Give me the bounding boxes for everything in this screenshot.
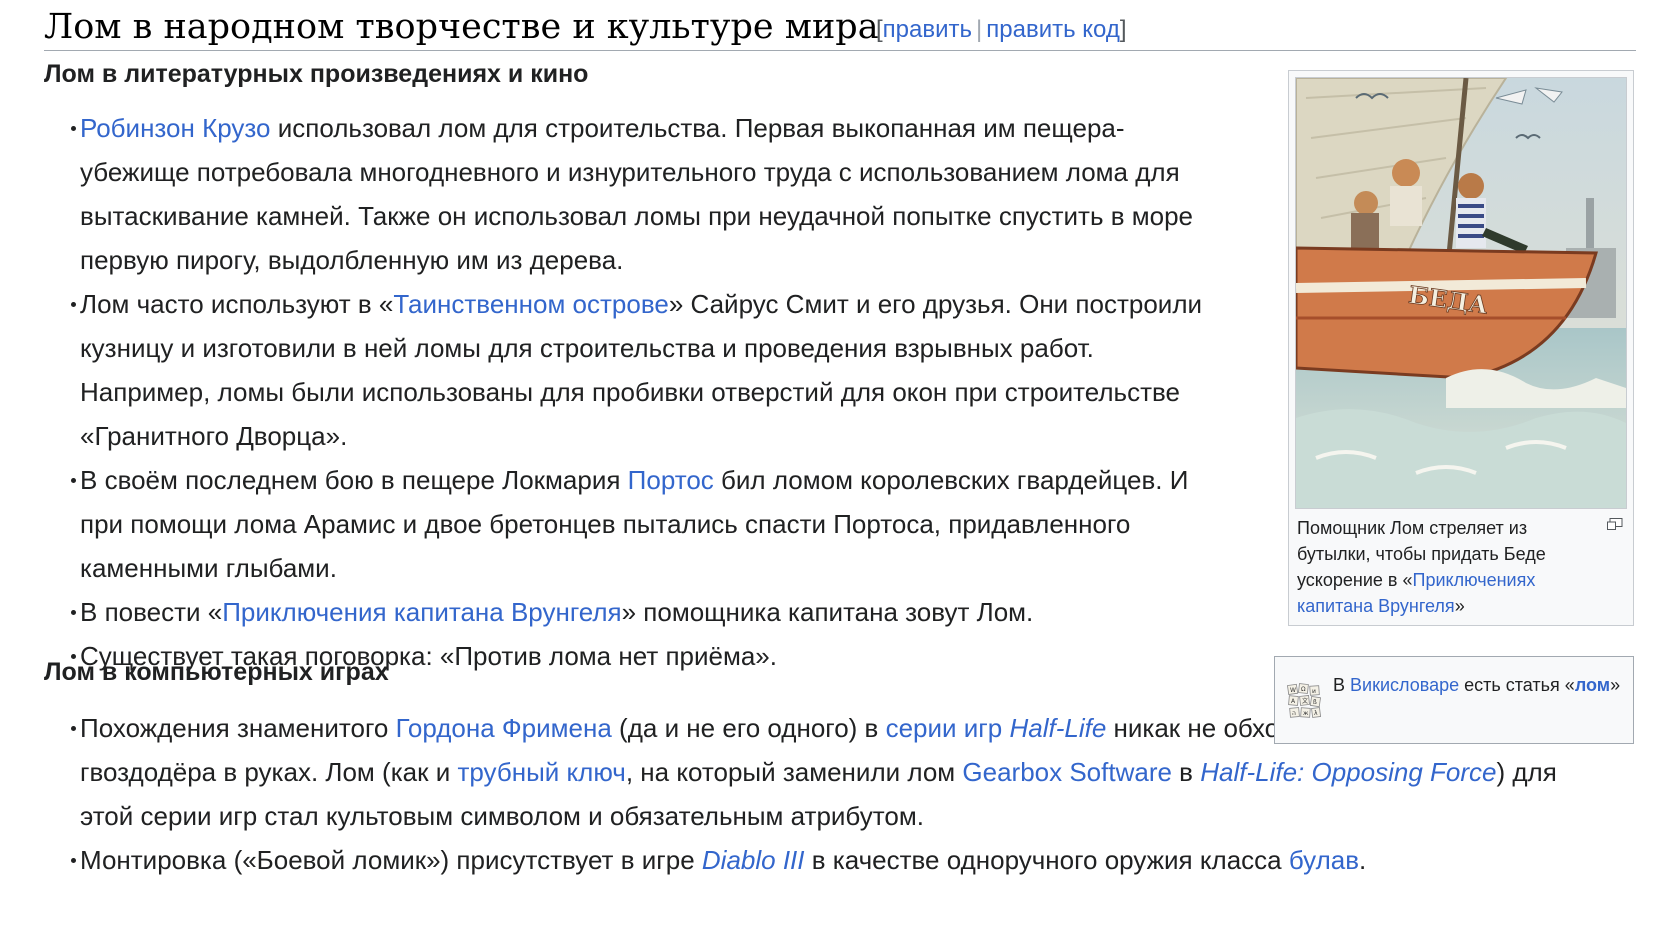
wiktionary-text-part: есть статья «	[1459, 675, 1575, 695]
pipe-wrench-link[interactable]: трубный ключ	[457, 757, 625, 787]
list-item-text: в качестве одноручного оружия класса	[804, 845, 1289, 875]
list-item: Робинзон Крузо использовал лом для строи…	[71, 106, 1210, 282]
caption-end: »	[1454, 596, 1465, 616]
list-item-text: в	[1171, 757, 1201, 787]
illustration-drawing: БЕДА	[1296, 78, 1626, 508]
svg-text:W: W	[1290, 687, 1296, 694]
wiktionary-link[interactable]: Викисловаре	[1350, 675, 1459, 695]
robinson-crusoe-link[interactable]: Робинзон Крузо	[80, 113, 271, 143]
svg-text:λ: λ	[1314, 710, 1318, 717]
svg-text:ה: ה	[1292, 710, 1296, 717]
magnify-clip-icon[interactable]	[1607, 517, 1623, 530]
list-item-text: В своём последнем бою в пещере Локмария	[80, 465, 628, 495]
opposing-force-title: Half-Life: Opposing Force	[1200, 757, 1497, 787]
list-item-text: Похождения знаменитого	[80, 713, 396, 743]
list-item-text: Лом часто используют в «	[80, 289, 394, 319]
list-item-text: » помощника капитана зовут Лом.	[621, 597, 1034, 627]
list-item: В своём последнем бою в пещере Локмария …	[71, 458, 1210, 590]
list-item-text: , на который заменили лом	[625, 757, 963, 787]
half-life-series-link[interactable]: серии игр Half-Life	[886, 713, 1107, 743]
gearbox-software-link[interactable]: Gearbox Software	[962, 757, 1172, 787]
porthos-link[interactable]: Портос	[628, 465, 714, 495]
wiktionary-box: WΩи A文ß הжλ В Викисловаре есть статья «л…	[1274, 656, 1634, 744]
diablo-iii-link[interactable]: Diablo III	[702, 845, 805, 875]
wiktionary-text: В Викисловаре есть статья «лом»	[1333, 671, 1623, 700]
mysterious-island-link[interactable]: Таинственном острове	[393, 289, 669, 319]
list-item-text: Монтировка («Боевой ломик») присутствует…	[80, 845, 702, 875]
list-item-text: .	[1359, 845, 1367, 875]
half-life-title: Half-Life	[1009, 713, 1107, 743]
svg-text:文: 文	[1302, 697, 1308, 705]
wiktionary-text-part: В	[1333, 675, 1351, 695]
page-section-title: Лом в народном творчестве и культуре мир…	[44, 7, 879, 47]
edit-section-links: [править | править код]	[876, 16, 1127, 44]
subsection-title-literature: Лом в литературных произведениях и кино	[44, 60, 589, 88]
edit-code-link[interactable]: править код	[986, 16, 1120, 43]
svg-text:и: и	[1312, 688, 1316, 695]
list-item: В повести «Приключения капитана Врунгеля…	[71, 590, 1210, 634]
maces-link[interactable]: булав	[1289, 845, 1359, 875]
section-heading-row: Лом в народном творчестве и культуре мир…	[44, 2, 1636, 51]
wiktionary-text-part: »	[1610, 675, 1621, 695]
vrungel-illustration[interactable]: БЕДА	[1295, 77, 1627, 509]
svg-text:Ω: Ω	[1301, 686, 1306, 693]
gordon-freeman-link[interactable]: Гордона Фримена	[396, 713, 612, 743]
bracket-close: ]	[1119, 16, 1127, 43]
bracket-open: [	[876, 16, 883, 43]
edit-link[interactable]: править	[883, 16, 972, 43]
literature-list: Робинзон Крузо использовал лом для строи…	[71, 106, 1210, 678]
diablo-iii-title: Diablo III	[701, 845, 805, 875]
list-item: Лом часто используют в «Таинственном ост…	[71, 282, 1210, 458]
wiktionary-logo-icon: WΩи A文ß הжλ	[1287, 683, 1322, 719]
thumbnail-figure: БЕДА Помощник Лом стреляет из бутылки, ч…	[1288, 70, 1634, 626]
list-item: Монтировка («Боевой ломик») присутствует…	[71, 838, 1580, 882]
wiktionary-entry-link[interactable]: лом	[1575, 675, 1610, 695]
opposing-force-link[interactable]: Half-Life: Opposing Force	[1200, 757, 1496, 787]
subsection-title-games: Лом в компьютерных играх	[44, 658, 389, 686]
edit-separator: |	[976, 16, 983, 43]
svg-text:ж: ж	[1303, 710, 1309, 717]
thumbnail-caption: Помощник Лом стреляет из бутылки, чтобы …	[1297, 515, 1597, 619]
list-item-text: В повести «	[80, 597, 223, 627]
half-life-series-label: серии игр	[885, 713, 1010, 743]
list-item-text: (да и не его одного) в	[611, 713, 886, 743]
svg-text:ß: ß	[1313, 699, 1317, 706]
captain-vrungel-link[interactable]: Приключения капитана Врунгеля	[222, 597, 621, 627]
